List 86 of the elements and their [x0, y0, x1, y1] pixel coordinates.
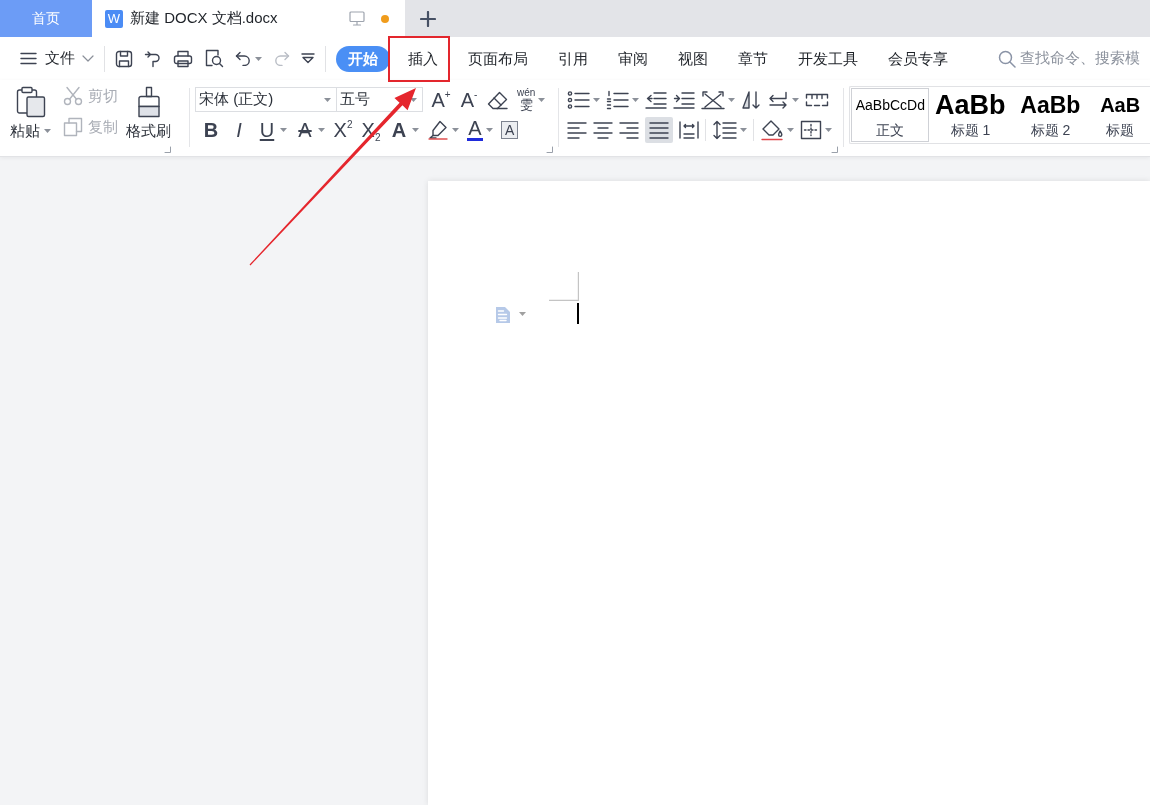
highlighted-ribbon-tab[interactable]: 插入	[388, 35, 450, 82]
align-left-icon[interactable]	[567, 120, 588, 139]
dialog-launcher-icon[interactable]	[164, 146, 171, 153]
caret-icon[interactable]	[452, 127, 459, 132]
ribbon-tab[interactable]: 开发工具	[786, 43, 870, 74]
undo-icon[interactable]	[235, 51, 252, 66]
line-spacing-icon[interactable]	[712, 119, 738, 140]
font-color-button[interactable]: A	[467, 118, 483, 141]
caret-icon[interactable]	[318, 127, 325, 132]
clipboard-icon	[15, 86, 46, 118]
paint-bucket-icon[interactable]	[760, 118, 785, 141]
eraser-icon[interactable]	[487, 89, 509, 110]
ribbon-tab[interactable]: 审阅	[606, 43, 660, 74]
strikethrough-button[interactable]: A	[295, 117, 315, 142]
ruler-icon[interactable]	[805, 92, 830, 107]
style-item[interactable]: AaBbCcDd 正文	[851, 88, 930, 142]
cross-arrows-icon[interactable]	[701, 89, 726, 110]
italic-button[interactable]: I	[229, 117, 249, 142]
shrink-font-button[interactable]: A$^{-}$	[459, 87, 479, 112]
superscript-button[interactable]: X$^{2}$	[333, 117, 353, 142]
search-icon	[998, 49, 1016, 68]
pinyin-guide-button[interactable]: wén 雯	[517, 88, 536, 111]
ribbon-tab[interactable]: 页面布局	[456, 43, 540, 74]
style-item[interactable]: AaB 标题	[1091, 88, 1149, 142]
caret-icon[interactable]	[410, 97, 417, 102]
file-menu[interactable]: 文件	[45, 49, 94, 68]
bold-button[interactable]: B	[201, 117, 221, 142]
caret-icon[interactable]	[486, 127, 493, 132]
caret-icon[interactable]	[740, 127, 748, 132]
caret-icon[interactable]	[538, 97, 546, 102]
scissors-icon	[63, 86, 83, 106]
caret-icon[interactable]	[324, 97, 331, 102]
tab-title: 新建 DOCX 文档.docx	[130, 9, 278, 28]
ribbon-tab[interactable]: 引用	[546, 43, 600, 74]
ribbon-tab[interactable]: 会员专享	[876, 43, 960, 74]
copy-icon	[63, 117, 83, 137]
bulleted-list-icon[interactable]	[567, 89, 591, 110]
indent-icon[interactable]	[673, 90, 696, 109]
caret-icon[interactable]	[280, 127, 287, 132]
style-item[interactable]: AaBb 标题 1	[931, 88, 1010, 142]
caret-icon[interactable]	[255, 56, 262, 61]
style-item[interactable]: AaBb 标题 2	[1011, 88, 1090, 142]
align-right-icon[interactable]	[619, 120, 640, 139]
plus-icon[interactable]	[420, 10, 436, 27]
border-grid-icon[interactable]	[800, 119, 823, 140]
save-icon[interactable]	[115, 49, 133, 68]
highlighter-icon[interactable]	[427, 119, 449, 140]
paste-button[interactable]: 粘贴	[10, 84, 51, 146]
caret-icon[interactable]	[787, 127, 795, 132]
menu-icon[interactable]	[20, 52, 37, 65]
caret-icon[interactable]	[519, 312, 526, 316]
corner-mark-icon	[549, 272, 579, 301]
character-border-button[interactable]: A	[501, 120, 519, 139]
justify-icon[interactable]	[645, 116, 674, 143]
caret-icon[interactable]	[728, 97, 736, 102]
distribute-icon[interactable]	[679, 120, 700, 139]
dialog-launcher-icon[interactable]	[546, 146, 554, 153]
caret-icon[interactable]	[825, 127, 833, 132]
grow-font-button[interactable]: A$^{+}$	[431, 87, 451, 112]
print-icon[interactable]	[173, 49, 193, 68]
caret-icon[interactable]	[412, 127, 419, 132]
text-cursor	[577, 303, 579, 324]
caret-icon[interactable]	[632, 97, 640, 102]
format-painter-button[interactable]: 格式刷	[126, 84, 171, 146]
font-name-field[interactable]: 宋体 (正文)	[195, 87, 337, 112]
paintbrush-icon	[136, 86, 161, 118]
down-triangle-icon[interactable]	[301, 53, 315, 64]
chevron-down-icon	[82, 55, 94, 62]
caret-icon[interactable]	[44, 129, 51, 133]
return-arrows-icon[interactable]	[767, 90, 790, 109]
outdent-icon[interactable]	[645, 90, 668, 109]
numbered-list-icon[interactable]	[606, 89, 630, 110]
dialog-launcher-icon[interactable]	[831, 146, 839, 153]
ribbon-tab[interactable]: 章节	[726, 43, 780, 74]
document-tab[interactable]: W 新建 DOCX 文档.docx	[92, 0, 405, 37]
caret-icon[interactable]	[593, 97, 601, 102]
page-magnifier-icon[interactable]	[204, 49, 224, 68]
text-effect-button[interactable]: A	[389, 117, 409, 142]
app-logo: W	[105, 9, 123, 28]
align-center-icon[interactable]	[593, 120, 614, 139]
caret-icon[interactable]	[792, 97, 800, 102]
curved-arrow-icon[interactable]	[144, 49, 162, 68]
underline-button[interactable]: U	[257, 117, 277, 142]
monitor-icon[interactable]	[349, 11, 365, 26]
sort-icon[interactable]	[741, 89, 762, 110]
ribbon-tab[interactable]: 视图	[666, 43, 720, 74]
